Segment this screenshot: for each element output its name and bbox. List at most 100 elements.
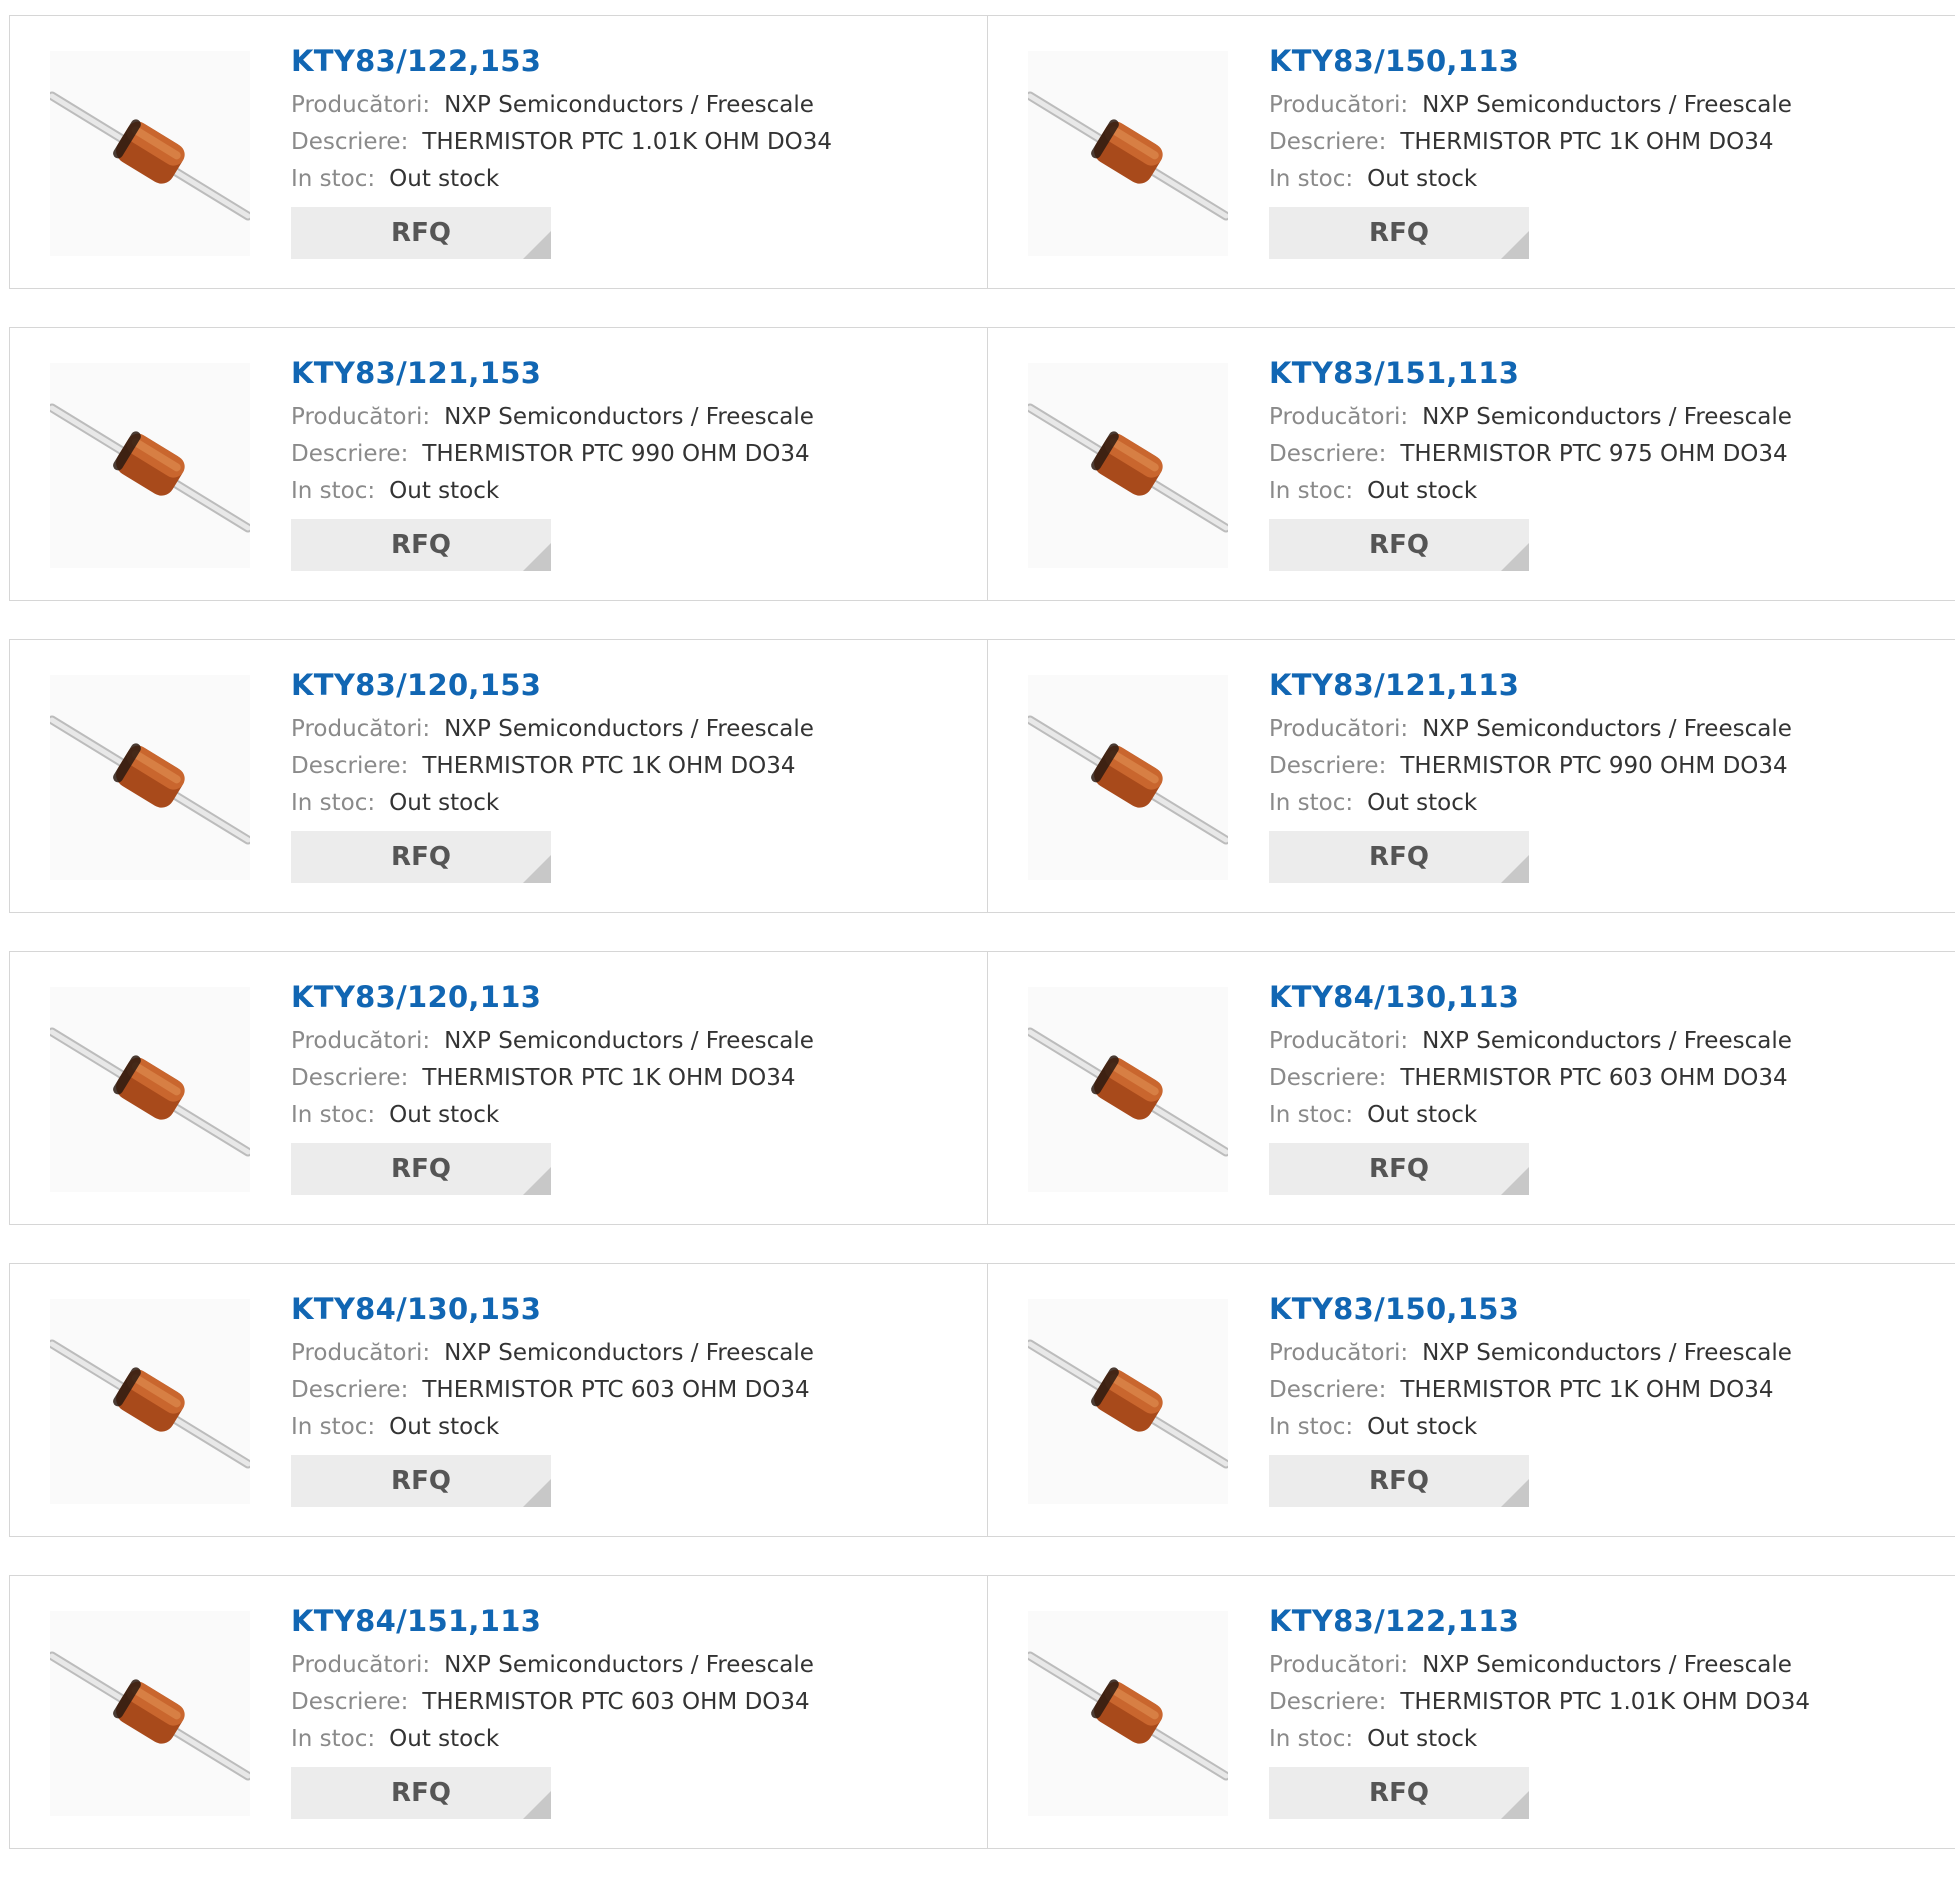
- manufacturer-value: NXP Semiconductors / Freescale: [1422, 716, 1792, 742]
- product-title-link[interactable]: KTY83/121,113: [1269, 665, 1792, 705]
- manufacturer-value: NXP Semiconductors / Freescale: [444, 92, 814, 118]
- rfq-button[interactable]: RFQ: [1269, 519, 1529, 571]
- thermistor-image-icon[interactable]: [50, 675, 250, 880]
- description-value: THERMISTOR PTC 1K OHM DO34: [422, 1065, 796, 1091]
- manufacturer-value: NXP Semiconductors / Freescale: [444, 1652, 814, 1678]
- product-info: KTY83/121,153 Producători: NXP Semiconduc…: [291, 353, 814, 571]
- thermistor-image-icon[interactable]: [1028, 363, 1228, 568]
- product-info: KTY84/151,113 Producători: NXP Semiconduc…: [291, 1601, 814, 1819]
- description-row: Descriere: THERMISTOR PTC 603 OHM DO34: [291, 1372, 814, 1409]
- stock-value: Out stock: [389, 478, 500, 504]
- rfq-button[interactable]: RFQ: [1269, 1455, 1529, 1507]
- stock-row: In stoc: Out stock: [1269, 1409, 1792, 1446]
- product-card: KTY83/120,153 Producători: NXP Semiconduc…: [9, 639, 988, 913]
- manufacturer-value: NXP Semiconductors / Freescale: [1422, 404, 1792, 430]
- description-label: Descriere:: [291, 441, 409, 467]
- product-title-link[interactable]: KTY83/151,113: [1269, 353, 1792, 393]
- stock-label: In stoc:: [291, 1414, 376, 1440]
- stock-label: In stoc:: [1269, 166, 1354, 192]
- product-info: KTY83/121,113 Producători: NXP Semiconduc…: [1269, 665, 1792, 883]
- manufacturer-label: Producători:: [1269, 92, 1409, 118]
- description-value: THERMISTOR PTC 603 OHM DO34: [1400, 1065, 1788, 1091]
- thermistor-image-icon[interactable]: [50, 1299, 250, 1504]
- thermistor-image-icon[interactable]: [1028, 51, 1228, 256]
- manufacturer-label: Producători:: [291, 1028, 431, 1054]
- manufacturer-row: Producători: NXP Semiconductors / Freesca…: [291, 87, 832, 124]
- product-info: KTY84/130,153 Producători: NXP Semiconduc…: [291, 1289, 814, 1507]
- description-label: Descriere:: [1269, 753, 1387, 779]
- product-title-link[interactable]: KTY83/122,153: [291, 41, 832, 81]
- corner-triangle-icon: [523, 1791, 551, 1819]
- thermistor-image-icon[interactable]: [1028, 1611, 1228, 1816]
- stock-row: In stoc: Out stock: [1269, 1097, 1792, 1134]
- product-info: KTY83/151,113 Producători: NXP Semiconduc…: [1269, 353, 1792, 571]
- manufacturer-row: Producători: NXP Semiconductors / Freesca…: [1269, 1335, 1792, 1372]
- rfq-button[interactable]: RFQ: [1269, 207, 1529, 259]
- description-value: THERMISTOR PTC 975 OHM DO34: [1400, 441, 1788, 467]
- manufacturer-value: NXP Semiconductors / Freescale: [1422, 1652, 1792, 1678]
- description-label: Descriere:: [291, 1377, 409, 1403]
- rfq-label: RFQ: [1369, 1778, 1429, 1808]
- stock-label: In stoc:: [291, 790, 376, 816]
- stock-label: In stoc:: [291, 1726, 376, 1752]
- manufacturer-row: Producători: NXP Semiconductors / Freesca…: [291, 1647, 814, 1684]
- description-row: Descriere: THERMISTOR PTC 1K OHM DO34: [291, 1060, 814, 1097]
- product-info: KTY83/150,153 Producători: NXP Semiconduc…: [1269, 1289, 1792, 1507]
- product-title-link[interactable]: KTY83/120,113: [291, 977, 814, 1017]
- rfq-button[interactable]: RFQ: [291, 1143, 551, 1195]
- product-info: KTY83/120,113 Producători: NXP Semiconduc…: [291, 977, 814, 1195]
- product-title-link[interactable]: KTY83/121,153: [291, 353, 814, 393]
- manufacturer-row: Producători: NXP Semiconductors / Freesca…: [291, 711, 814, 748]
- stock-row: In stoc: Out stock: [291, 161, 832, 198]
- manufacturer-value: NXP Semiconductors / Freescale: [1422, 1340, 1792, 1366]
- thermistor-image-icon[interactable]: [1028, 987, 1228, 1192]
- rfq-button[interactable]: RFQ: [291, 207, 551, 259]
- stock-value: Out stock: [1367, 1102, 1478, 1128]
- corner-triangle-icon: [1501, 1167, 1529, 1195]
- product-title-link[interactable]: KTY83/122,113: [1269, 1601, 1810, 1641]
- description-value: THERMISTOR PTC 603 OHM DO34: [422, 1689, 810, 1715]
- thermistor-image-icon[interactable]: [1028, 675, 1228, 880]
- rfq-label: RFQ: [1369, 530, 1429, 560]
- description-label: Descriere:: [1269, 1065, 1387, 1091]
- product-title-link[interactable]: KTY83/120,153: [291, 665, 814, 705]
- description-value: THERMISTOR PTC 1K OHM DO34: [1400, 129, 1774, 155]
- product-title-link[interactable]: KTY83/150,113: [1269, 41, 1792, 81]
- stock-label: In stoc:: [291, 478, 376, 504]
- stock-label: In stoc:: [291, 166, 376, 192]
- manufacturer-label: Producători:: [291, 1652, 431, 1678]
- product-title-link[interactable]: KTY83/150,153: [1269, 1289, 1792, 1329]
- description-row: Descriere: THERMISTOR PTC 1K OHM DO34: [1269, 124, 1792, 161]
- description-row: Descriere: THERMISTOR PTC 1K OHM DO34: [291, 748, 814, 785]
- manufacturer-row: Producători: NXP Semiconductors / Freesca…: [1269, 87, 1792, 124]
- rfq-button[interactable]: RFQ: [1269, 831, 1529, 883]
- description-value: THERMISTOR PTC 1K OHM DO34: [1400, 1377, 1774, 1403]
- stock-label: In stoc:: [1269, 1414, 1354, 1440]
- description-row: Descriere: THERMISTOR PTC 1.01K OHM DO34: [1269, 1684, 1810, 1721]
- rfq-label: RFQ: [391, 1466, 451, 1496]
- thermistor-image-icon[interactable]: [50, 363, 250, 568]
- description-label: Descriere:: [1269, 1689, 1387, 1715]
- product-card: KTY83/121,153 Producători: NXP Semiconduc…: [9, 327, 988, 601]
- rfq-button[interactable]: RFQ: [1269, 1767, 1529, 1819]
- rfq-label: RFQ: [391, 530, 451, 560]
- thermistor-image-icon[interactable]: [1028, 1299, 1228, 1504]
- rfq-button[interactable]: RFQ: [291, 1455, 551, 1507]
- rfq-button[interactable]: RFQ: [1269, 1143, 1529, 1195]
- rfq-button[interactable]: RFQ: [291, 831, 551, 883]
- product-title-link[interactable]: KTY84/130,153: [291, 1289, 814, 1329]
- thermistor-image-icon[interactable]: [50, 1611, 250, 1816]
- product-grid: KTY83/122,153 Producători: NXP Semiconduc…: [9, 15, 1955, 1887]
- thermistor-image-icon[interactable]: [50, 987, 250, 1192]
- rfq-button[interactable]: RFQ: [291, 519, 551, 571]
- stock-label: In stoc:: [1269, 1102, 1354, 1128]
- product-title-link[interactable]: KTY84/151,113: [291, 1601, 814, 1641]
- product-title-link[interactable]: KTY84/130,113: [1269, 977, 1792, 1017]
- manufacturer-label: Producători:: [1269, 404, 1409, 430]
- manufacturer-value: NXP Semiconductors / Freescale: [444, 1340, 814, 1366]
- corner-triangle-icon: [1501, 543, 1529, 571]
- description-label: Descriere:: [1269, 441, 1387, 467]
- rfq-button[interactable]: RFQ: [291, 1767, 551, 1819]
- stock-row: In stoc: Out stock: [1269, 785, 1792, 822]
- thermistor-image-icon[interactable]: [50, 51, 250, 256]
